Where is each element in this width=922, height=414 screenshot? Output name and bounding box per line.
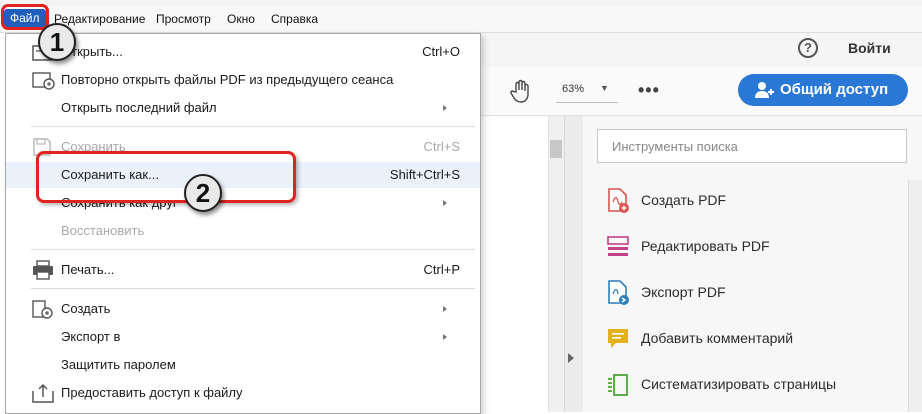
tool-label: Создать PDF xyxy=(641,192,727,208)
hand-tool-icon[interactable] xyxy=(510,79,532,106)
organize-pages-icon xyxy=(606,372,630,401)
more-options-icon[interactable]: ••• xyxy=(638,80,660,101)
menu-shortcut: Ctrl+O xyxy=(422,44,460,59)
menu-item-label: Повторно открыть файлы PDF из предыдущег… xyxy=(61,72,394,87)
step-badge-1: 1 xyxy=(38,23,76,61)
submenu-arrow-icon xyxy=(443,334,447,340)
menu-view[interactable]: Просмотр xyxy=(156,12,211,26)
file-menu-highlight-ring xyxy=(1,4,49,30)
menu-shortcut: Shift+Ctrl+S xyxy=(389,167,460,182)
menu-item-share-file[interactable]: Предоставить доступ к файлу xyxy=(6,380,480,406)
search-placeholder: Инструменты поиска xyxy=(612,139,738,154)
menu-separator xyxy=(31,249,475,250)
create-pdf-icon xyxy=(606,188,630,217)
file-menu-dropdown: Открыть... Ctrl+O Повторно открыть файлы… xyxy=(5,33,481,414)
tool-label: Систематизировать страницы xyxy=(641,376,837,392)
share-button[interactable]: Общий доступ xyxy=(738,74,908,106)
menu-shortcut: Ctrl+P xyxy=(423,262,460,277)
zoom-select[interactable]: 63% ▼ xyxy=(556,80,618,103)
tool-label: Экспорт PDF xyxy=(641,284,726,300)
share-button-label: Общий доступ xyxy=(780,81,889,98)
menu-item-revert: Восстановить xyxy=(6,218,480,244)
menu-separator xyxy=(31,126,475,127)
edit-pdf-icon xyxy=(606,234,630,263)
printer-icon xyxy=(32,260,54,283)
menu-separator xyxy=(31,288,475,289)
menu-item-create[interactable]: Создать xyxy=(6,296,480,322)
menu-help[interactable]: Справка xyxy=(271,12,318,26)
menu-item-label: Защитить паролем xyxy=(61,357,176,372)
zoom-value: 63% xyxy=(562,83,585,95)
chevron-right-icon[interactable] xyxy=(568,353,574,363)
tools-panel-scrollbar[interactable] xyxy=(908,180,922,412)
menu-item-open[interactable]: Открыть... Ctrl+O xyxy=(6,39,480,65)
menu-item-reopen-session[interactable]: Повторно открыть файлы PDF из предыдущег… xyxy=(6,67,480,93)
chevron-down-icon: ▼ xyxy=(600,83,609,93)
help-icon[interactable]: ? xyxy=(798,38,818,58)
menu-item-open-recent[interactable]: Открыть последний файл xyxy=(6,95,480,121)
menu-item-label: Открыть последний файл xyxy=(61,100,217,115)
scrollbar-thumb[interactable] xyxy=(550,140,562,158)
menu-window[interactable]: Окно xyxy=(227,12,255,26)
create-icon xyxy=(32,299,54,322)
add-user-icon xyxy=(754,81,774,102)
submenu-arrow-icon xyxy=(443,306,447,312)
menu-item-label: Предоставить доступ к файлу xyxy=(61,385,243,400)
document-scrollbar[interactable] xyxy=(548,116,565,412)
save-as-highlight-ring xyxy=(36,151,296,203)
reopen-icon xyxy=(32,70,56,93)
tool-label: Редактировать PDF xyxy=(641,238,770,254)
menu-item-label: Создать xyxy=(61,301,111,316)
submenu-arrow-icon xyxy=(443,105,447,111)
menu-item-password-protect[interactable]: Защитить паролем xyxy=(6,352,480,378)
submenu-arrow-icon xyxy=(443,200,447,206)
menu-item-label: Восстановить xyxy=(61,223,145,238)
panel-collapse-bar[interactable] xyxy=(564,116,584,412)
menu-item-label: Экспорт в xyxy=(61,329,121,344)
comment-icon xyxy=(606,326,630,355)
menu-item-export[interactable]: Экспорт в xyxy=(6,324,480,350)
menu-edit[interactable]: Редактирование xyxy=(54,12,145,26)
signin-button[interactable]: Войти xyxy=(848,40,891,56)
tools-search-input[interactable]: Инструменты поиска xyxy=(597,129,907,163)
menu-bar: Файл Редактирование Просмотр Окно Справк… xyxy=(0,6,922,33)
menu-item-print[interactable]: Печать... Ctrl+P xyxy=(6,257,480,283)
menu-shortcut: Ctrl+S xyxy=(423,139,460,154)
menu-item-label: Печать... xyxy=(61,262,115,277)
document-canvas[interactable] xyxy=(480,116,548,412)
export-pdf-icon xyxy=(606,280,630,309)
share-file-icon xyxy=(32,383,54,406)
step-badge-2: 2 xyxy=(184,174,222,212)
tool-label: Добавить комментарий xyxy=(641,330,794,346)
